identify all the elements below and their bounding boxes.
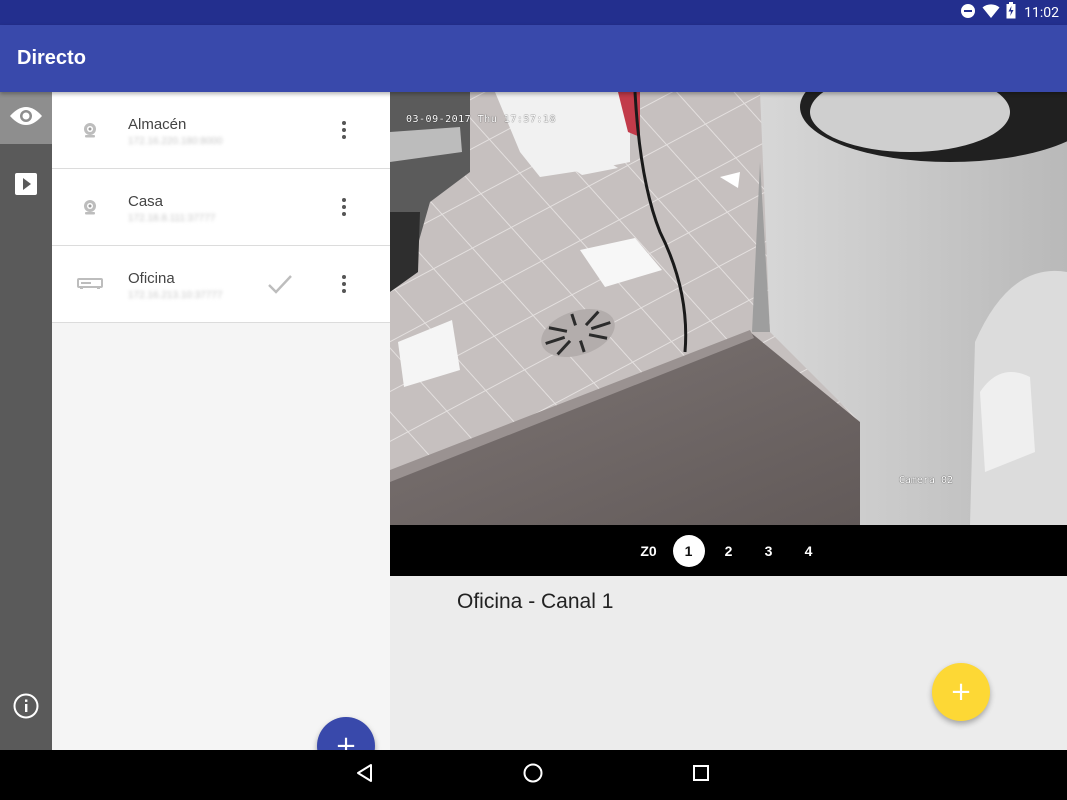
video-frame-image xyxy=(390,92,1067,525)
device-item-almacen[interactable]: Almacén 172.16.220.180:8000 xyxy=(52,92,390,169)
rail-info-button[interactable] xyxy=(0,682,52,734)
device-address: 172.16.213.10:37777 xyxy=(128,290,223,301)
device-address: 172.16.220.180:8000 xyxy=(128,136,223,147)
channel-1-button[interactable]: 1 xyxy=(672,534,705,567)
rail-live-view-button[interactable] xyxy=(0,92,52,144)
home-circle-icon xyxy=(522,762,544,788)
video-feed[interactable]: 03-09-2017 Thu 17:57:18 Camera 02 xyxy=(390,92,1067,525)
play-icon xyxy=(15,173,37,199)
channel-info-panel: Oficina - Canal 1 + xyxy=(390,576,1067,750)
channel-selector: Z0 1 2 3 4 xyxy=(390,525,1067,576)
app-title: Directo xyxy=(17,47,86,69)
video-camera-label: Camera 02 xyxy=(898,475,953,486)
channel-title: Oficina - Canal 1 xyxy=(457,590,614,613)
device-more-menu-button[interactable] xyxy=(332,114,356,146)
app-bar: Directo xyxy=(0,25,1067,92)
video-timestamp: 03-09-2017 Thu 17:57:18 xyxy=(406,114,556,125)
channel-z0-button[interactable]: Z0 xyxy=(633,535,665,567)
status-icons: 11:02 xyxy=(960,0,1059,25)
add-view-button[interactable]: + xyxy=(932,663,990,721)
plus-icon: + xyxy=(950,677,972,707)
channel-2-button[interactable]: 2 xyxy=(713,535,745,567)
info-icon xyxy=(13,693,39,723)
battery-icon xyxy=(1006,2,1016,23)
channel-3-button[interactable]: 3 xyxy=(753,535,785,567)
device-address: 172.18.8.111:37777 xyxy=(128,213,216,224)
nav-back-button[interactable] xyxy=(352,762,378,788)
camera-icon xyxy=(76,116,104,144)
eye-icon xyxy=(9,106,43,130)
do-not-disturb-icon xyxy=(960,3,976,23)
device-item-oficina[interactable]: Oficina 172.16.213.10:37777 xyxy=(52,246,390,323)
nav-recents-button[interactable] xyxy=(688,762,714,788)
wifi-icon xyxy=(982,3,1000,23)
status-bar: 11:02 xyxy=(0,0,1067,25)
device-list-panel: Almacén 172.16.220.180:8000 Casa 172.18.… xyxy=(52,92,390,775)
check-icon xyxy=(266,270,294,298)
device-name: Almacén xyxy=(128,116,187,133)
device-more-menu-button[interactable] xyxy=(332,191,356,223)
dvr-icon xyxy=(76,270,104,298)
device-name: Oficina xyxy=(128,270,175,287)
system-navigation-bar xyxy=(0,750,1067,800)
camera-icon xyxy=(76,193,104,221)
channel-4-button[interactable]: 4 xyxy=(793,535,825,567)
recents-square-icon xyxy=(692,764,710,786)
device-item-casa[interactable]: Casa 172.18.8.111:37777 xyxy=(52,169,390,246)
nav-home-button[interactable] xyxy=(520,762,546,788)
status-time: 11:02 xyxy=(1024,4,1059,21)
device-name: Casa xyxy=(128,193,164,210)
side-rail xyxy=(0,92,52,750)
back-triangle-icon xyxy=(355,763,375,787)
device-more-menu-button[interactable] xyxy=(332,268,356,300)
rail-playback-button[interactable] xyxy=(0,160,52,212)
